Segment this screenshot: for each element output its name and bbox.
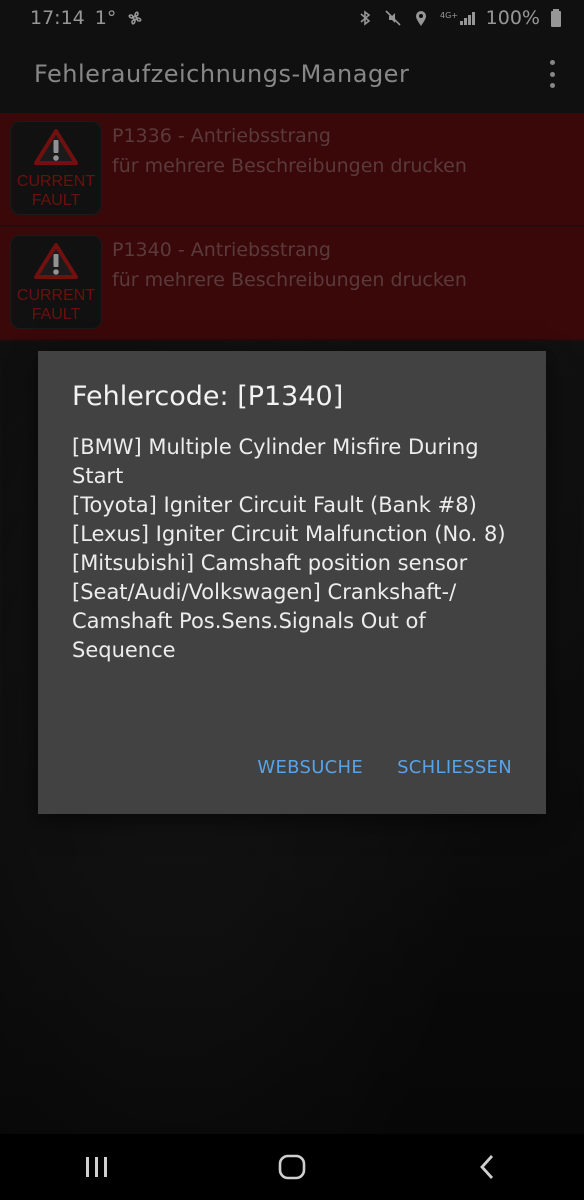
home-icon[interactable] xyxy=(262,1137,322,1197)
recent-apps-icon[interactable] xyxy=(67,1137,127,1197)
dialog-line-lexus: [Lexus] Igniter Circuit Malfunction (No.… xyxy=(72,522,506,546)
dialog-line-vag: [Seat/Audi/Volkswagen] Crankshaft-/ Cams… xyxy=(72,580,457,662)
dialog-line-mitsubishi: [Mitsubishi] Camshaft position sensor xyxy=(72,551,468,575)
dialog-line-toyota: [Toyota] Igniter Circuit Fault (Bank #8) xyxy=(72,493,477,517)
navigation-bar xyxy=(0,1134,584,1200)
dialog-line-bmw: [BMW] Multiple Cylinder Misfire During S… xyxy=(72,435,479,488)
back-icon[interactable] xyxy=(457,1137,517,1197)
dialog-message: [BMW] Multiple Cylinder Misfire During S… xyxy=(72,433,512,665)
close-button[interactable]: SCHLIESSEN xyxy=(397,757,512,778)
dialog-title: Fehlercode: [P1340] xyxy=(72,381,344,412)
websearch-button[interactable]: WEBSUCHE xyxy=(257,757,363,778)
fault-code-dialog: Fehlercode: [P1340] [BMW] Multiple Cylin… xyxy=(38,351,546,814)
